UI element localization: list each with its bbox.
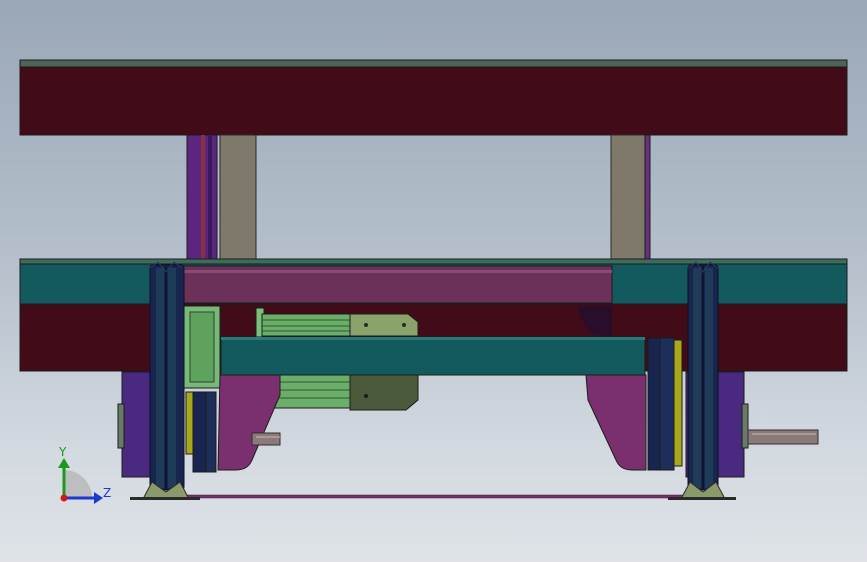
y-axis-label: Y [58,445,67,459]
teal-crossbar [220,336,646,376]
right-leg-bracket [585,374,647,471]
cad-drawing: Y Z [19,59,848,504]
triad-plane [64,470,92,498]
cad-viewport[interactable]: Y Z [0,0,867,562]
pink-crossmember [181,265,613,304]
left-wheel [149,261,185,491]
right-wheel [687,261,719,491]
left-leg-bracket [217,374,281,471]
coordinate-triad: Y Z [58,445,111,504]
z-axis-label: Z [103,486,111,500]
origin-dot [60,494,68,502]
upper-beam [19,59,848,136]
rail [185,494,685,499]
